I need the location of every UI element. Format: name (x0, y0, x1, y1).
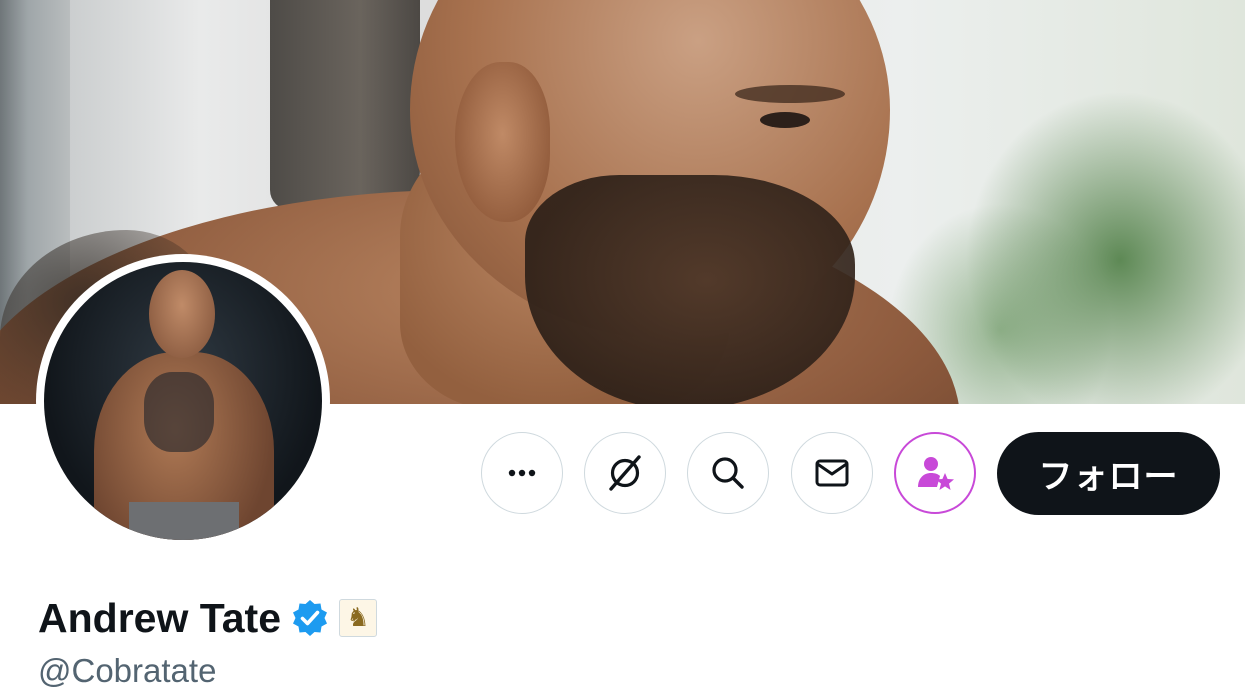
profile-display-name: Andrew Tate (38, 594, 281, 641)
profile-handle: @Cobratate (38, 652, 217, 689)
avatar-chest-tattoo (144, 372, 214, 452)
banner-eye (760, 112, 810, 128)
banner-ear (455, 62, 550, 222)
banner-beard (525, 175, 855, 404)
banner-background-tree (270, 0, 420, 210)
more-button[interactable] (481, 432, 563, 514)
search-profile-button[interactable] (687, 432, 769, 514)
search-icon (708, 453, 748, 493)
banner-brow (735, 85, 845, 103)
avatar-head (149, 270, 215, 358)
message-button[interactable] (791, 432, 873, 514)
grok-icon (603, 451, 647, 495)
avatar-pants (129, 502, 239, 540)
follow-button[interactable]: フォロー (997, 432, 1220, 515)
envelope-icon (811, 452, 853, 494)
profile-avatar[interactable] (36, 254, 330, 548)
grok-button[interactable] (584, 432, 666, 514)
follow-button-label: フォロー (1038, 457, 1179, 497)
verified-badge-icon[interactable] (289, 597, 331, 639)
affiliate-badge-icon[interactable]: ♞ (339, 599, 377, 637)
person-star-icon (913, 451, 957, 495)
profile-page: フォロー Andrew Tate ♞ @Cobratate (0, 0, 1245, 700)
profile-name-row: Andrew Tate ♞ (38, 590, 377, 646)
avatar-image (44, 262, 322, 540)
more-horizontal-icon (502, 453, 542, 493)
subscribe-button[interactable] (894, 432, 976, 514)
